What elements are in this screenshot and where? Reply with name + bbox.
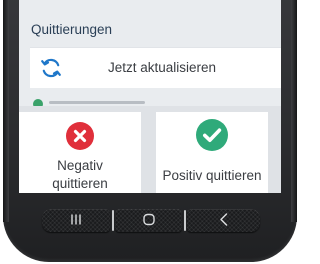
acknowledge-negative-button[interactable]: Negativ quittieren — [19, 112, 141, 193]
check-circle-icon — [196, 119, 228, 151]
home-button[interactable] — [115, 209, 182, 232]
x-circle-icon — [66, 122, 94, 150]
update-now-label: Jetzt aktualisieren — [107, 60, 217, 75]
device-rim-right — [291, 0, 297, 222]
phone-screenshot: Quittierungen Jetzt aktualisieren Negati… — [0, 0, 300, 264]
back-button[interactable] — [187, 209, 260, 232]
negative-button-label: Negativ quittieren — [19, 157, 141, 193]
home-icon — [142, 212, 156, 229]
recent-apps-icon — [70, 213, 82, 228]
section-header-quittierungen: Quittierungen — [31, 22, 113, 37]
app-screen: Quittierungen Jetzt aktualisieren Negati… — [19, 0, 281, 193]
nav-separator — [112, 210, 114, 231]
navigation-bar — [42, 209, 260, 232]
negative-label-line1: Negativ — [57, 158, 103, 173]
recent-apps-button[interactable] — [42, 209, 110, 232]
negative-label-line2: quittieren — [52, 176, 108, 191]
nav-separator — [184, 210, 186, 231]
device-rim-left — [3, 0, 9, 222]
update-now-row[interactable]: Jetzt aktualisieren — [30, 47, 281, 88]
back-icon — [218, 212, 230, 229]
list-separator — [19, 89, 281, 101]
partially-hidden-list-item — [49, 101, 145, 104]
positive-button-label: Positiv quittieren — [162, 168, 262, 183]
acknowledge-buttons-panel: Negativ quittieren Positiv quittieren — [19, 106, 281, 193]
acknowledge-positive-button[interactable]: Positiv quittieren — [156, 112, 268, 193]
